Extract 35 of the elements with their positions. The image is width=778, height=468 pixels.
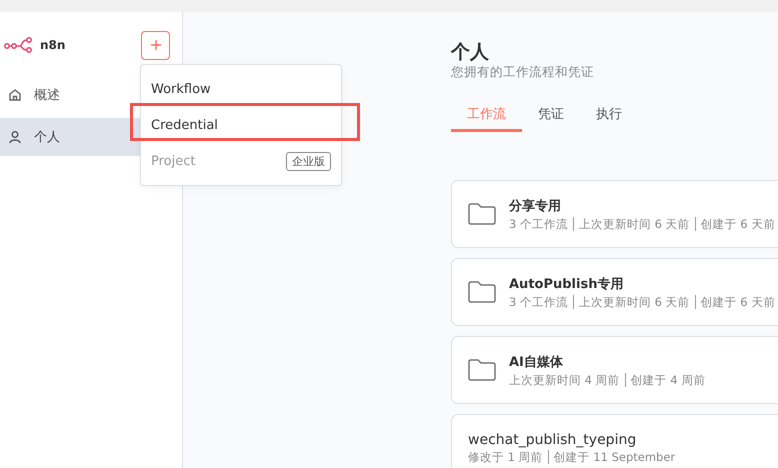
card-meta: 上次更新时间 6 天前: [578, 216, 690, 232]
workflow-card[interactable]: wechat_publish_tyeping 修改于 1 周前 创建于 11 September: [451, 414, 778, 468]
enterprise-badge: 企业版: [286, 152, 331, 170]
card-meta: 3 个工作流: [509, 294, 568, 310]
card-meta: 上次更新时间 4 周前: [509, 372, 620, 388]
card-meta: 创建于 4 周前: [630, 372, 706, 388]
logo-icon: [4, 37, 34, 53]
tab[interactable]: 凭证: [522, 105, 580, 132]
card-meta: 上次更新时间 6 天前: [578, 294, 690, 310]
plus-icon: [150, 40, 160, 50]
card-meta: 创建于 6 天前: [700, 216, 776, 232]
card-title: wechat_publish_tyeping: [468, 432, 638, 448]
card-title: AI自媒体: [509, 354, 564, 370]
folder-icon: [467, 280, 497, 304]
card-meta: 创建于 11 September: [554, 450, 676, 464]
card-title: 分享专用: [509, 198, 562, 214]
logo-text: n8n: [40, 38, 66, 52]
menu-item-label: Workflow: [151, 82, 211, 96]
home-icon: [8, 88, 22, 102]
card-title: AutoPublish专用: [509, 276, 624, 292]
tab[interactable]: 执行: [580, 105, 638, 132]
menu-item-label: Project: [151, 154, 196, 168]
card-meta: 修改于 1 周前: [468, 450, 543, 464]
card-meta: 创建于 6 天前: [700, 294, 776, 310]
add-button[interactable]: [141, 30, 170, 60]
folder-icon: [467, 358, 497, 382]
page-title: 个人: [451, 40, 490, 64]
folder-card[interactable]: AutoPublish专用 3 个工作流 上次更新时间 6 天前 创建于 6 天前: [451, 258, 778, 326]
menu-item[interactable]: Workflow: [141, 71, 341, 107]
folder-icon: [467, 202, 497, 226]
user-icon: [8, 130, 22, 144]
folder-card[interactable]: AI自媒体 上次更新时间 4 周前 创建于 4 周前: [451, 336, 778, 404]
folder-card[interactable]: 分享专用 3 个工作流 上次更新时间 6 天前 创建于 6 天前: [451, 180, 778, 248]
card-meta: 3 个工作流: [509, 216, 568, 232]
page-subtitle: 您拥有的工作流程和凭证: [451, 64, 595, 81]
